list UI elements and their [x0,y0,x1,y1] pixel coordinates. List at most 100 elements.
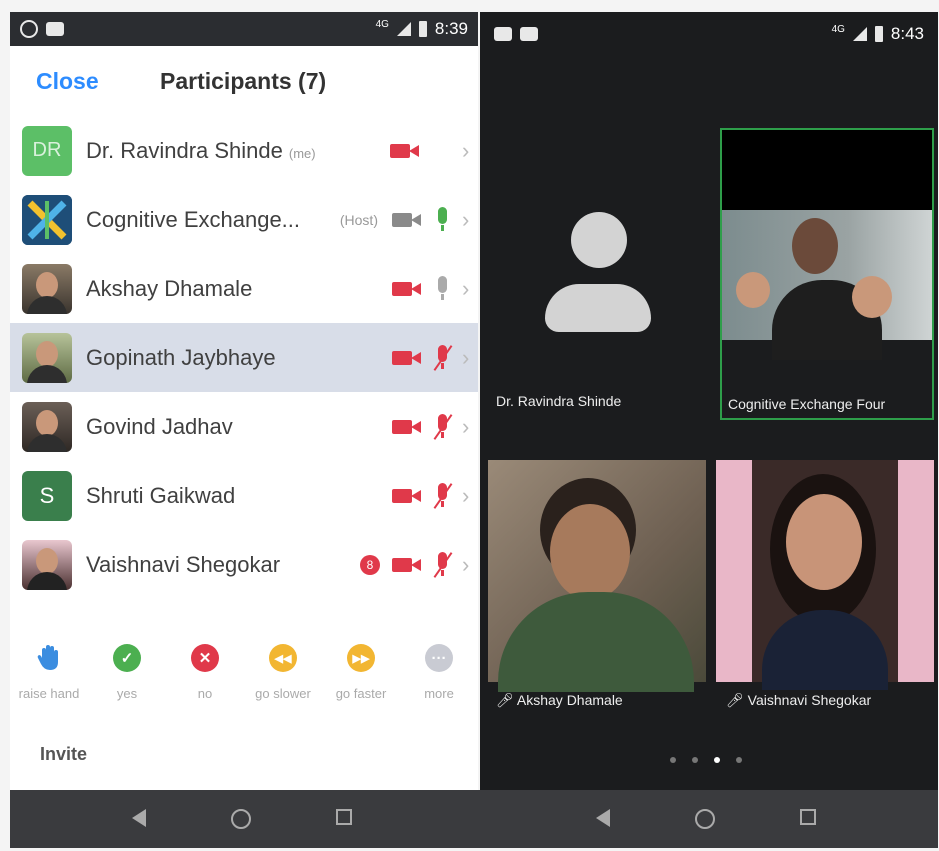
reaction-go-slower[interactable]: ◀◀ go slower [246,644,320,701]
invite-button[interactable]: Invite [40,744,87,765]
android-nav-bar [10,790,938,848]
participant-row[interactable]: Govind Jadhav › [10,392,478,461]
signal-icon [852,27,867,41]
avatar [22,194,72,245]
recent-apps-icon[interactable] [335,809,352,825]
participant-row[interactable]: DR Dr. Ravindra Shinde (me) › [10,116,478,185]
home-icon[interactable] [694,809,715,829]
participant-tag: (me) [288,145,316,161]
chevron-right-icon: › [462,344,470,370]
chat-badge: 8 [360,554,380,575]
participant-name: Cognitive Exchange... [86,206,301,232]
avatar [22,401,72,452]
home-icon[interactable] [230,809,251,829]
reaction-label: more [424,686,454,701]
avatar [22,539,72,590]
video-tile-name: Cognitive Exchange Four [728,396,886,412]
chevron-right-icon: › [462,551,470,577]
video-tile[interactable]: 🎤︎ Akshay Dhamale [488,460,706,730]
video-notification-icon [46,22,64,36]
chevron-right-icon: › [462,275,470,301]
participant-name: Gopinath Jaybhaye [86,344,276,370]
screenshot-root: 4G 8:39 Close Participants (7) DR Dr. Ra… [0,0,939,851]
avatar: DR [22,125,72,176]
avatar [22,332,72,383]
status-bar: 4G 8:43 [480,12,938,56]
camera-off-icon[interactable] [392,280,422,298]
back-icon[interactable] [132,809,147,827]
camera-on-icon[interactable] [392,211,422,229]
page-dot [736,757,742,763]
network-type: 4G [375,18,389,30]
whatsapp-icon [20,20,38,38]
participant-name: Dr. Ravindra Shinde (me) [86,137,316,163]
camera-off-icon[interactable] [392,418,422,436]
recent-apps-icon[interactable] [799,809,816,825]
camera-off-icon[interactable] [392,556,422,574]
page-dot-active [714,757,720,763]
reaction-bar: raise hand ✓ yes ✕ no ◀◀ go slower ▶▶ go… [10,644,478,701]
mic-muted-icon[interactable] [433,551,453,578]
participant-row[interactable]: Vaishnavi Shegokar 8 › [10,530,478,599]
page-indicator[interactable] [670,757,742,763]
reaction-raise-hand[interactable]: raise hand [12,644,86,701]
participant-row[interactable]: S Shruti Gaikwad › [10,461,478,530]
participant-row[interactable]: Gopinath Jaybhaye › [10,323,478,392]
avatar: S [22,470,72,521]
reaction-label: yes [116,686,138,701]
gallery-screen: 4G 8:43 Dr. Ravindra Shinde Cognitive Ex… [480,12,938,790]
video-tile[interactable]: Dr. Ravindra Shinde [484,128,712,418]
participant-row[interactable]: Cognitive Exchange... (Host) › [10,185,478,254]
reaction-label: raise hand [18,686,80,701]
mic-muted-icon[interactable] [433,413,453,440]
battery-icon [418,21,427,37]
chevron-right-icon: › [462,137,470,163]
more-icon: ··· [425,644,453,672]
status-time: 8:43 [890,24,924,43]
reaction-no[interactable]: ✕ no [168,644,242,701]
status-time: 8:39 [434,19,468,38]
back-icon[interactable] [596,809,611,827]
camera-off-icon[interactable] [392,487,422,505]
reaction-yes[interactable]: ✓ yes [90,644,164,701]
fast-forward-icon: ▶▶ [347,644,375,672]
page-dot [692,757,698,763]
participant-name: Govind Jadhav [86,413,233,439]
check-icon: ✓ [113,644,141,672]
mic-muted-icon[interactable] [433,482,453,509]
participant-list: DR Dr. Ravindra Shinde (me) › Cognitive … [10,116,478,599]
hand-icon [35,644,63,672]
video-feed [488,460,706,692]
chevron-right-icon: › [462,206,470,232]
host-tag: (Host) [339,211,378,228]
participant-row[interactable]: Akshay Dhamale › [10,254,478,323]
battery-icon [874,26,883,42]
reaction-more[interactable]: ··· more [402,644,476,701]
video-feed [716,460,934,690]
page-title: Participants (7) [160,67,327,94]
chevron-right-icon: › [462,413,470,439]
chevron-right-icon: › [462,482,470,508]
reaction-go-faster[interactable]: ▶▶ go faster [324,644,398,701]
video-tile-active[interactable]: Cognitive Exchange Four [720,128,934,420]
mic-icon[interactable] [434,275,450,302]
video-feed [722,210,932,360]
rewind-icon: ◀◀ [269,644,297,672]
mic-on-icon[interactable] [434,206,450,233]
video-tile[interactable]: 🎤︎ Vaishnavi Shegokar [716,460,934,730]
video-tile-name: Dr. Ravindra Shinde [496,393,622,409]
participant-name: Shruti Gaikwad [86,482,236,508]
reaction-label: no [197,686,213,701]
camera-off-icon[interactable] [392,349,422,367]
camera-off-icon[interactable] [390,142,420,160]
signal-icon [396,22,411,36]
reaction-label: go faster [335,686,387,701]
mic-muted-icon[interactable] [433,344,453,371]
participants-screen: 4G 8:39 Close Participants (7) DR Dr. Ra… [10,12,478,790]
default-avatar-icon [545,212,651,332]
video-notification-icon [520,27,538,41]
close-button[interactable]: Close [36,68,99,95]
avatar [22,263,72,314]
logo-icon [22,194,72,245]
participant-name: Akshay Dhamale [86,275,253,301]
